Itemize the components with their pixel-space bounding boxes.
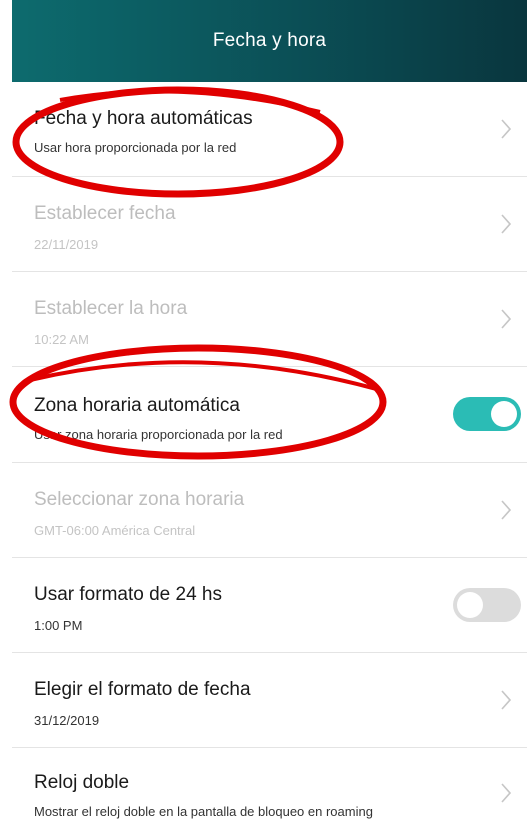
setting-subtitle: Usar zona horaria proporcionada por la r…	[34, 427, 283, 442]
chevron-right-icon	[501, 783, 512, 803]
setting-row-dual-clock[interactable]: Reloj doble Mostrar el reloj doble en la…	[0, 748, 527, 833]
setting-subtitle: GMT-06:00 América Central	[34, 523, 196, 538]
automatic-time-zone-toggle[interactable]	[453, 397, 521, 431]
setting-subtitle: 10:22 AM	[34, 332, 89, 347]
setting-row-automatic-time-zone[interactable]: Zona horaria automática Usar zona horari…	[0, 367, 527, 463]
24-hour-format-toggle[interactable]	[453, 588, 521, 622]
setting-subtitle: 1:00 PM	[34, 618, 83, 633]
setting-row-set-date[interactable]: Establecer fecha 22/11/2019	[0, 177, 527, 272]
toggle-knob	[491, 401, 517, 427]
setting-subtitle: 31/12/2019	[34, 713, 100, 728]
page-title: Fecha y hora	[212, 30, 327, 51]
setting-row-24-hour-format[interactable]: Usar formato de 24 hs 1:00 PM	[0, 558, 527, 653]
setting-title: Reloj doble	[34, 772, 130, 793]
setting-title: Establecer la hora	[34, 298, 188, 319]
toggle-knob	[457, 592, 483, 618]
setting-title: Seleccionar zona horaria	[34, 489, 245, 510]
chevron-right-icon	[501, 500, 512, 520]
setting-title: Fecha y hora automáticas	[34, 108, 253, 129]
setting-row-automatic-date-time[interactable]: Fecha y hora automáticas Usar hora propo…	[0, 82, 527, 177]
chevron-right-icon	[501, 214, 512, 234]
chevron-right-icon	[501, 690, 512, 710]
chevron-right-icon	[501, 309, 512, 329]
chevron-right-icon	[501, 119, 512, 139]
setting-title: Elegir el formato de fecha	[34, 679, 251, 700]
app-header: Fecha y hora	[12, 0, 527, 82]
setting-row-select-time-zone[interactable]: Seleccionar zona horaria GMT-06:00 Améri…	[0, 463, 527, 558]
setting-subtitle: Usar hora proporcionada por la red	[34, 140, 237, 155]
setting-title: Zona horaria automática	[34, 395, 240, 416]
setting-row-date-format[interactable]: Elegir el formato de fecha 31/12/2019	[0, 653, 527, 748]
setting-title: Establecer fecha	[34, 203, 176, 224]
setting-subtitle: Mostrar el reloj doble en la pantalla de…	[34, 804, 373, 819]
setting-subtitle: 22/11/2019	[34, 237, 99, 252]
setting-title: Usar formato de 24 hs	[34, 584, 222, 605]
setting-row-set-time[interactable]: Establecer la hora 10:22 AM	[0, 272, 527, 367]
